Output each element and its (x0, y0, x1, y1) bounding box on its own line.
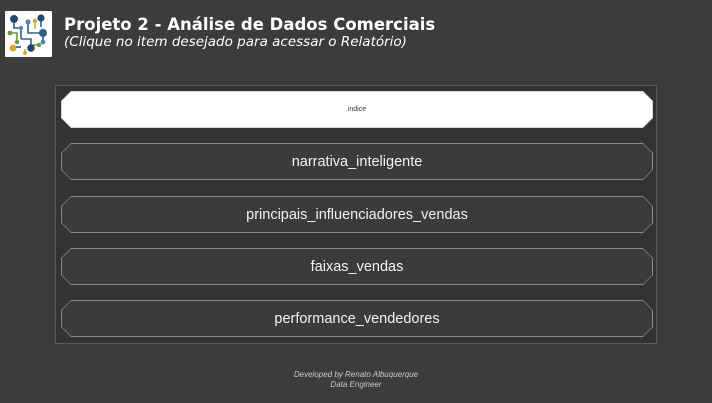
menu-button-indice[interactable]: indice (61, 91, 653, 128)
menu-button-faixas-vendas[interactable]: faixas_vendas (61, 248, 653, 285)
report-menu-panel: indice narrativa_inteligente principais_… (55, 85, 657, 344)
menu-button-principais-influenciadores-vendas[interactable]: principais_influenciadores_vendas (61, 196, 653, 233)
footer-role: Data Engineer (330, 380, 382, 389)
menu-button-performance-vendedores[interactable]: performance_vendedores (61, 300, 653, 337)
footer-credits: Developed by Renato Albuquerque Data Eng… (0, 370, 712, 390)
page-subtitle: (Clique no item desejado para acessar o … (64, 34, 407, 50)
report-header: Projeto 2 - Análise de Dados Comerciais … (5, 11, 435, 57)
menu-button-label: principais_influenciadores_vendas (62, 197, 652, 232)
page-title: Projeto 2 - Análise de Dados Comerciais (64, 15, 436, 34)
menu-button-label: performance_vendedores (62, 301, 652, 336)
menu-button-narrativa-inteligente[interactable]: narrativa_inteligente (61, 143, 653, 180)
circuit-logo-icon (5, 11, 52, 57)
footer-author: Developed by Renato Albuquerque (293, 370, 419, 379)
menu-button-label: faixas_vendas (62, 249, 652, 284)
menu-button-label: indice (62, 92, 652, 127)
menu-button-label: narrativa_inteligente (62, 144, 652, 179)
header-titles: Projeto 2 - Análise de Dados Comerciais … (64, 15, 435, 51)
